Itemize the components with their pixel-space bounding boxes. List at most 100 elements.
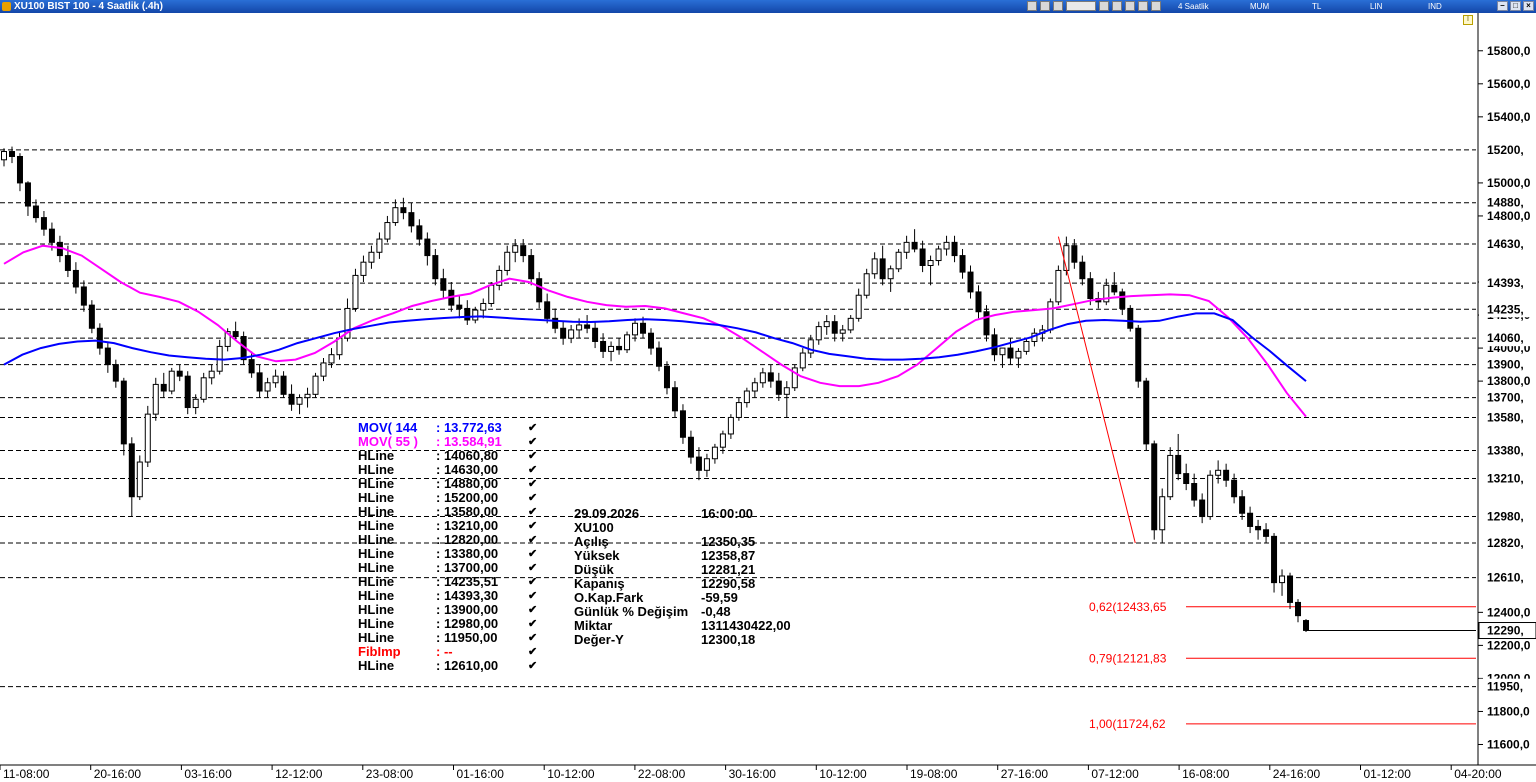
check-icon[interactable]: ✔: [528, 463, 537, 477]
scale-label[interactable]: LIN: [1370, 0, 1382, 13]
hline-label: 14235,: [1487, 302, 1524, 316]
window-title-bar[interactable]: XU100 BIST 100 - 4 Saatlik (.4h) 4 Saatl…: [0, 0, 1536, 13]
ma55-line: [3, 244, 1307, 418]
settings-icon[interactable]: [1138, 1, 1148, 11]
check-icon[interactable]: ✔: [528, 659, 537, 673]
period-label[interactable]: 4 Saatlik: [1178, 0, 1209, 13]
candle-up: [815, 326, 822, 341]
check-icon[interactable]: ✔: [528, 477, 537, 491]
save-icon[interactable]: [1053, 1, 1063, 11]
hline-label: 15200,: [1487, 143, 1524, 157]
candle-down: [536, 278, 543, 303]
info-key: O.Kap.Fark: [574, 590, 644, 605]
close-button[interactable]: ×: [1523, 1, 1534, 11]
candle-up: [328, 354, 335, 364]
x-axis-tick-label: 10-12:00: [819, 767, 867, 781]
hline-label: 14060,: [1487, 331, 1524, 345]
legend-name: HLine: [358, 476, 395, 491]
x-axis-tick-label: 16-08:00: [1182, 767, 1230, 781]
currency-label[interactable]: TL: [1312, 0, 1321, 13]
hline-label: 13380,: [1487, 443, 1524, 457]
candle-down: [424, 238, 431, 257]
candle-down: [432, 255, 439, 280]
check-icon[interactable]: ✔: [528, 645, 537, 659]
candle-up: [1207, 474, 1214, 518]
candle-down: [687, 436, 694, 458]
legend-value: : 13700,00: [436, 560, 499, 575]
window-title: XU100 BIST 100 - 4 Saatlik (.4h): [14, 1, 163, 12]
legend-name: MOV( 144: [358, 420, 418, 435]
candle-down: [959, 255, 966, 273]
candle-up: [208, 370, 215, 379]
info-value: 12281,21: [701, 562, 756, 577]
check-icon[interactable]: ✔: [528, 547, 537, 561]
draw-icon[interactable]: [1112, 1, 1122, 11]
check-icon[interactable]: ✔: [528, 533, 537, 547]
zoom-icon[interactable]: [1027, 1, 1037, 11]
legend-name: HLine: [358, 504, 395, 519]
x-axis-tick-label: 19-08:00: [910, 767, 958, 781]
check-icon[interactable]: ✔: [528, 617, 537, 631]
legend-value: : --: [436, 644, 453, 659]
candle-up: [264, 382, 271, 392]
indicator-label[interactable]: IND: [1428, 0, 1442, 13]
pencil-icon[interactable]: [1125, 1, 1135, 11]
chart-type-label[interactable]: MUM: [1250, 0, 1269, 13]
legend-value: : 14060,80: [436, 448, 499, 463]
candle-down: [24, 182, 31, 207]
candle-down: [1143, 380, 1150, 445]
check-icon[interactable]: ✔: [528, 491, 537, 505]
candle-up: [1215, 469, 1222, 476]
candle-down: [1079, 261, 1086, 280]
minimize-button[interactable]: –: [1497, 1, 1508, 11]
period-select[interactable]: [1066, 1, 1096, 11]
check-icon[interactable]: ✔: [528, 631, 537, 645]
candle-up: [759, 372, 766, 384]
check-icon[interactable]: ✔: [528, 421, 537, 435]
x-axis-tick-label: 24-16:00: [1273, 767, 1321, 781]
info-key: Kapanış: [574, 576, 625, 591]
candle-down: [80, 286, 87, 306]
refresh-icon[interactable]: [1040, 1, 1050, 11]
info-key: Değer-Y: [574, 632, 624, 647]
maximize-button[interactable]: □: [1510, 1, 1521, 11]
check-icon[interactable]: ✔: [528, 505, 537, 519]
candle-up: [512, 245, 519, 253]
window-controls: – □ ×: [1497, 1, 1534, 11]
price-chart[interactable]: 15800,015600,015400,015000,014800,014400…: [0, 13, 1536, 782]
check-icon[interactable]: ✔: [528, 575, 537, 589]
candle-up: [272, 375, 279, 384]
candle-down: [1295, 601, 1302, 617]
legend-name: FibImp: [358, 644, 401, 659]
candle-down: [248, 359, 255, 374]
arrow-icon[interactable]: [1151, 1, 1161, 11]
legend-value: : 13380,00: [436, 546, 499, 561]
x-axis-tick-label: 23-08:00: [366, 767, 414, 781]
fib-level-label: 1,00(11724,62: [1089, 717, 1166, 731]
check-icon[interactable]: ✔: [528, 589, 537, 603]
check-icon[interactable]: ✔: [528, 449, 537, 463]
info-key: XU100: [574, 520, 614, 535]
grid-icon[interactable]: [1099, 1, 1109, 11]
legend-value: : 13.772,63: [436, 420, 502, 435]
candle-down: [408, 212, 415, 227]
check-icon[interactable]: ✔: [528, 519, 537, 533]
check-icon[interactable]: ✔: [528, 435, 537, 449]
candle-down: [400, 207, 407, 214]
legend-value: : 13900,00: [436, 602, 499, 617]
legend-name: HLine: [358, 658, 395, 673]
check-icon[interactable]: ✔: [528, 603, 537, 617]
candle-down: [96, 327, 103, 349]
candle-down: [600, 340, 607, 352]
info-value: 16:00:00: [701, 506, 754, 521]
candle-down: [176, 370, 183, 377]
candle-up: [392, 207, 399, 224]
legend-name: HLine: [358, 574, 395, 589]
candle-up: [352, 274, 359, 309]
candle-down: [592, 327, 599, 342]
fib-trend-line: [1057, 236, 1136, 544]
check-icon[interactable]: ✔: [528, 561, 537, 575]
candle-up: [935, 248, 942, 262]
y-axis-tick-label: 15000,0: [1487, 176, 1531, 190]
candle-down: [288, 393, 295, 405]
